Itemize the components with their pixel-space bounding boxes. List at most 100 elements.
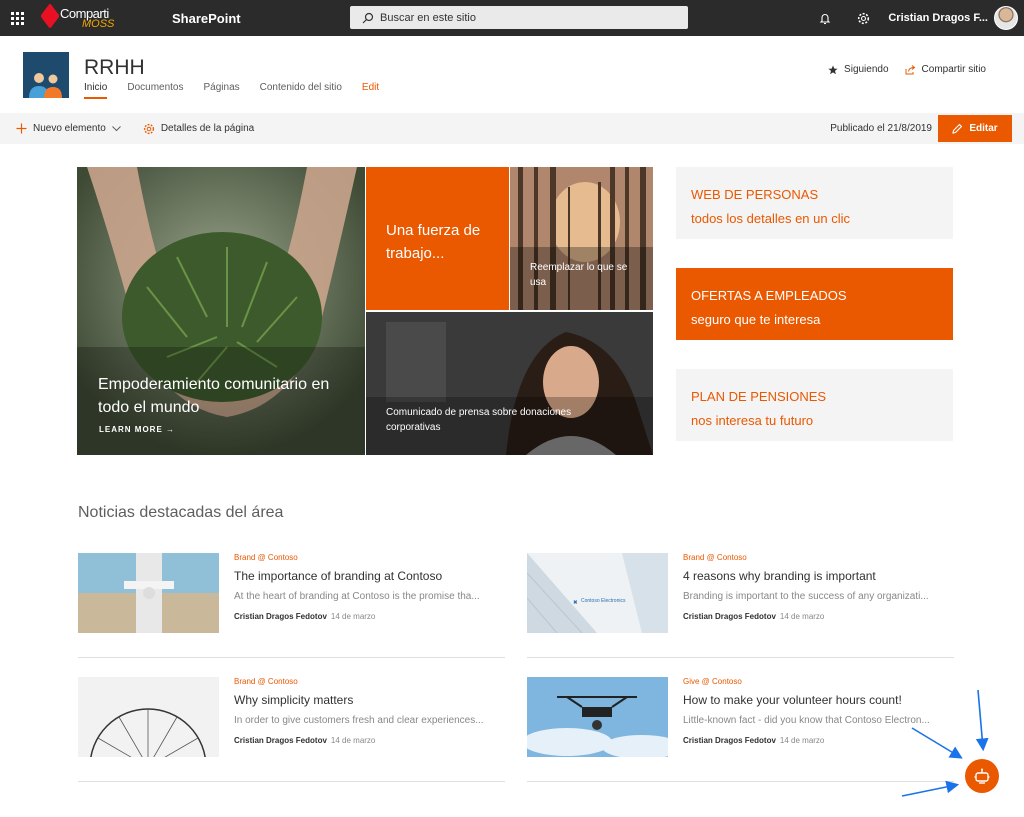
hero-press-title: Comunicado de prensa sobre donaciones co… xyxy=(386,407,572,433)
quicklink-plan-pensiones[interactable]: PLAN DE PENSIONES nos interesa tu futuro xyxy=(676,369,953,441)
news-author: Cristian Dragos Fedotov xyxy=(683,736,776,745)
hero-workforce-title: Una fuerza de trabajo... xyxy=(386,222,481,262)
edit-label: Editar xyxy=(969,123,998,134)
user-name[interactable]: Cristian Dragos F... xyxy=(888,12,988,24)
hero-forest-title: Reemplazar lo que se usa xyxy=(530,262,628,288)
contoso-building-image: ✖ xyxy=(527,553,668,633)
quicklink-title: PLAN DE PENSIONES xyxy=(691,389,827,404)
annotation-arrow-bottom xyxy=(901,780,960,797)
thumbnail-brand-label: Contoso Electronics xyxy=(581,598,626,604)
news-author: Cristian Dragos Fedotov xyxy=(683,612,776,621)
notifications-bell-icon[interactable] xyxy=(806,0,844,36)
learn-more-label: LEARN MORE xyxy=(99,425,163,434)
ferris-wheel-image xyxy=(78,677,219,757)
published-date: Publicado el 21/8/2019 xyxy=(830,123,932,134)
settings-gear-icon[interactable] xyxy=(844,0,882,36)
share-label: Compartir sitio xyxy=(921,64,986,75)
news-date: 14 de marzo xyxy=(779,612,825,621)
page-details-label: Detalles de la página xyxy=(160,123,255,134)
site-logo[interactable] xyxy=(23,52,69,98)
quicklink-title: OFERTAS A EMPLEADOS xyxy=(691,288,847,303)
arrow-right-icon: → xyxy=(166,425,176,434)
pencil-icon xyxy=(952,123,963,134)
site-header: RRHH Inicio Documentos Páginas Contenido… xyxy=(0,36,1024,113)
news-card[interactable]: ✖ Contoso Electronics Brand @ Contoso 4 … xyxy=(527,553,954,658)
following-button[interactable]: Siguiendo xyxy=(828,64,889,75)
news-category[interactable]: Give @ Contoso xyxy=(683,677,742,686)
share-icon xyxy=(905,64,915,74)
quicklink-subtitle: seguro que te interesa xyxy=(691,312,821,327)
plus-icon xyxy=(16,123,27,134)
nav-edit-link[interactable]: Edit xyxy=(362,82,379,99)
learn-more-link[interactable]: LEARN MORE → xyxy=(99,425,175,434)
news-thumbnail xyxy=(527,677,668,757)
drone-on-beach-image xyxy=(78,553,219,633)
news-headline[interactable]: Why simplicity matters xyxy=(234,693,353,707)
hero-main-title: Empoderamiento comunitario en todo el mu… xyxy=(98,376,330,416)
news-category[interactable]: Brand @ Contoso xyxy=(234,553,298,562)
news-card[interactable]: Brand @ Contoso The importance of brandi… xyxy=(78,553,505,658)
search-placeholder: Buscar en este sitio xyxy=(380,11,476,24)
news-description: Little-known fact - did you know that Co… xyxy=(683,715,930,726)
news-description: Branding is important to the success of … xyxy=(683,591,929,602)
people-logo-icon xyxy=(29,73,62,98)
user-avatar[interactable] xyxy=(994,6,1018,30)
news-description: In order to give customers fresh and cle… xyxy=(234,715,484,726)
news-description: At the heart of branding at Contoso is t… xyxy=(234,591,480,602)
news-card[interactable]: Brand @ Contoso Why simplicity matters I… xyxy=(78,677,505,782)
news-section-title: Noticias destacadas del área xyxy=(78,504,284,521)
suite-bar: Comparti MOSS SharePoint Buscar en este … xyxy=(0,0,1024,36)
search-box[interactable]: Buscar en este sitio xyxy=(350,6,688,29)
news-date: 14 de marzo xyxy=(330,736,376,745)
chevron-down-icon xyxy=(111,125,121,131)
news-date: 14 de marzo xyxy=(330,612,376,621)
edit-page-button[interactable]: Editar xyxy=(938,115,1012,142)
nav-item-contenido-del-sitio[interactable]: Contenido del sitio xyxy=(260,82,342,99)
hero-main-tile[interactable]: Empoderamiento comunitario en todo el mu… xyxy=(77,167,365,455)
page-details-button[interactable]: Detalles de la página xyxy=(143,123,254,135)
brand-mark-icon xyxy=(40,3,60,29)
news-headline[interactable]: The importance of branding at Contoso xyxy=(234,569,442,583)
annotation-arrow-top xyxy=(975,689,989,752)
nav-item-paginas[interactable]: Páginas xyxy=(204,82,240,99)
quicklink-subtitle: todos los detalles en un clic xyxy=(691,211,850,226)
news-divider xyxy=(78,781,505,782)
news-author: Cristian Dragos Fedotov xyxy=(234,736,327,745)
hero-workforce-tile[interactable]: Una fuerza de trabajo... xyxy=(366,167,509,310)
hero-press-tile[interactable]: Comunicado de prensa sobre donaciones co… xyxy=(366,312,653,455)
app-name[interactable]: SharePoint xyxy=(172,11,372,26)
drone-in-sky-image xyxy=(527,677,668,757)
brand-bottom-text: MOSS xyxy=(82,18,115,30)
news-category[interactable]: Brand @ Contoso xyxy=(234,677,298,686)
site-title: RRHH xyxy=(84,56,145,79)
new-item-button[interactable]: Nuevo elemento xyxy=(16,123,127,134)
quicklink-ofertas-empleados[interactable]: OFERTAS A EMPLEADOS seguro que te intere… xyxy=(676,268,953,340)
news-thumbnail: ✖ Contoso Electronics xyxy=(527,553,668,633)
chatbot-button[interactable] xyxy=(965,759,999,793)
news-date: 14 de marzo xyxy=(779,736,825,745)
svg-text:✖: ✖ xyxy=(573,599,578,606)
news-headline[interactable]: How to make your volunteer hours count! xyxy=(683,693,902,707)
news-category[interactable]: Brand @ Contoso xyxy=(683,553,747,562)
bot-icon xyxy=(974,768,990,784)
news-thumbnail xyxy=(78,553,219,633)
brand-logo[interactable]: Comparti MOSS xyxy=(34,0,120,36)
nav-item-inicio[interactable]: Inicio xyxy=(84,82,108,99)
site-nav: Inicio Documentos Páginas Contenido del … xyxy=(84,82,399,99)
following-label: Siguiendo xyxy=(844,64,889,75)
nav-item-documentos[interactable]: Documentos xyxy=(127,82,183,99)
news-card[interactable]: Give @ Contoso How to make your voluntee… xyxy=(527,677,954,782)
quicklink-web-personas[interactable]: WEB DE PERSONAS todos los detalles en un… xyxy=(676,167,953,239)
gear-icon xyxy=(143,123,154,134)
quicklink-subtitle: nos interesa tu futuro xyxy=(691,413,814,428)
news-author: Cristian Dragos Fedotov xyxy=(234,612,327,621)
new-item-label: Nuevo elemento xyxy=(33,123,106,134)
command-bar: Nuevo elemento Detalles de la página Pub… xyxy=(0,113,1024,144)
news-divider xyxy=(527,781,954,782)
news-divider xyxy=(78,657,505,658)
search-icon xyxy=(362,12,374,23)
app-launcher-icon[interactable] xyxy=(0,0,34,36)
news-headline[interactable]: 4 reasons why branding is important xyxy=(683,569,876,583)
hero-forest-tile[interactable]: Reemplazar lo que se usa xyxy=(510,167,653,310)
share-site-button[interactable]: Compartir sitio xyxy=(905,64,986,75)
